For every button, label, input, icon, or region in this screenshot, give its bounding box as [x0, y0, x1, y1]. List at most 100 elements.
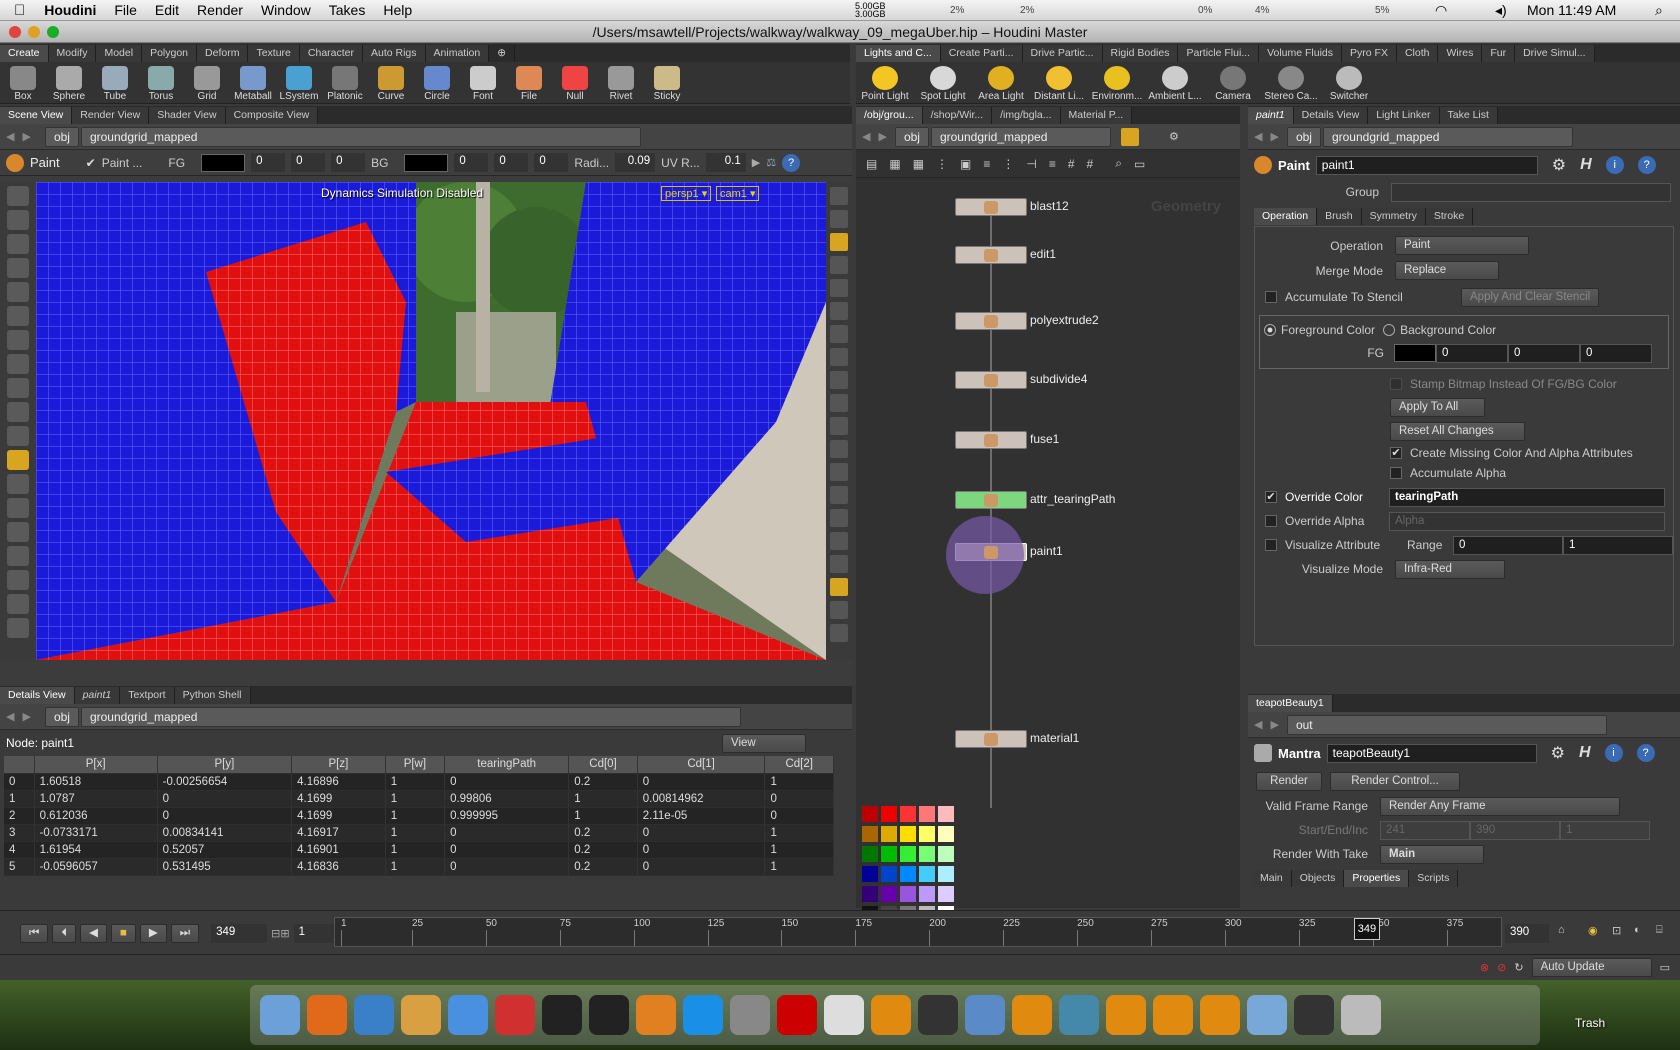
dock-app-icon[interactable]	[542, 995, 582, 1035]
display-option-icon[interactable]	[830, 302, 848, 320]
forward-arrow-icon[interactable]: ▶	[1270, 718, 1278, 731]
viewer-tool-icon[interactable]	[7, 210, 29, 230]
shelf-tab-character[interactable]: Character	[299, 45, 363, 62]
menu-edit[interactable]: Edit	[146, 0, 188, 21]
display-option-icon[interactable]	[830, 371, 848, 389]
palette-swatch[interactable]	[862, 886, 878, 902]
right-shelf-tab[interactable]: Pyro FX	[1342, 45, 1397, 62]
fg-radio[interactable]	[1264, 324, 1276, 336]
right-shelf-tab[interactable]: Create Parti...	[940, 45, 1023, 62]
apply-to-all-button[interactable]: Apply To All	[1390, 397, 1485, 417]
path-node[interactable]: groundgrid_mapped	[80, 706, 741, 727]
subtab-symmetry[interactable]: Symmetry	[1361, 207, 1426, 225]
palette-swatch[interactable]	[938, 866, 954, 882]
subtab-stroke[interactable]: Stroke	[1425, 207, 1474, 225]
play-reverse-icon[interactable]: ◀	[80, 923, 107, 943]
network-node[interactable]	[955, 246, 1027, 264]
visualize-attr-checkbox[interactable]	[1265, 539, 1277, 551]
display-option-icon[interactable]	[830, 486, 848, 504]
display-option-icon[interactable]	[830, 624, 848, 642]
start-field[interactable]: 241	[1380, 820, 1470, 840]
operation-menu[interactable]: Paint	[1395, 236, 1529, 255]
keys-icon[interactable]: ⊡	[1612, 924, 1621, 937]
right-shelf-tab[interactable]: Fur	[1482, 45, 1516, 62]
color-palette[interactable]	[862, 806, 958, 922]
back-arrow-icon[interactable]: ◀	[6, 710, 14, 723]
render-control-button[interactable]: Render Control...	[1330, 771, 1460, 791]
light-tool[interactable]: Switcher	[1320, 64, 1378, 102]
dock-app-icon[interactable]	[448, 995, 488, 1035]
help-icon[interactable]: ?	[1637, 156, 1656, 174]
shelf-tab-modify[interactable]: Modify	[48, 45, 97, 62]
step-back-icon[interactable]: ⏴	[52, 923, 77, 943]
viewer-tool-icon[interactable]	[7, 354, 29, 374]
dock-app-icon[interactable]	[307, 995, 347, 1035]
override-color-checkbox[interactable]: ✔	[1265, 491, 1277, 503]
network-node[interactable]	[955, 491, 1027, 509]
tab-details-view[interactable]: Details View	[0, 687, 75, 704]
uv-field[interactable]: 0.1	[705, 153, 746, 172]
palette-swatch[interactable]	[862, 866, 878, 882]
visualize-mode-menu[interactable]: Infra-Red	[1395, 559, 1505, 579]
display-option-icon[interactable]	[830, 532, 848, 550]
bg-radio[interactable]	[1383, 324, 1396, 336]
viewer-tool-icon[interactable]	[7, 402, 29, 422]
palette-swatch[interactable]	[862, 846, 878, 862]
gear-icon[interactable]: ⚙	[1551, 743, 1565, 763]
palette-swatch[interactable]	[919, 846, 935, 862]
help-icon[interactable]: ?	[1636, 744, 1655, 762]
viewer-tool-icon[interactable]	[7, 282, 29, 302]
path-out[interactable]: out	[1286, 714, 1607, 735]
error-icon[interactable]: ⊗	[1480, 961, 1489, 974]
display-option-icon[interactable]	[830, 417, 848, 435]
subtab-operation[interactable]: Operation	[1254, 207, 1318, 225]
volume-icon[interactable]: ◂)	[1495, 2, 1507, 19]
display-option-icon[interactable]	[830, 325, 848, 343]
path-node[interactable]: groundgrid_mapped	[1322, 126, 1573, 147]
palette-swatch[interactable]	[919, 806, 935, 822]
forward-arrow-icon[interactable]: ▶	[22, 130, 30, 143]
palette-swatch[interactable]	[881, 806, 897, 822]
viewer-tool-icon[interactable]	[7, 378, 29, 398]
fg-b[interactable]: 0	[331, 153, 366, 172]
stop-icon[interactable]: ■	[110, 923, 136, 943]
dock-app-icon[interactable]	[965, 995, 1005, 1035]
dock-app-icon[interactable]	[401, 995, 441, 1035]
palette-swatch[interactable]	[862, 806, 878, 822]
network-node[interactable]	[955, 198, 1027, 216]
dock-app-icon[interactable]	[354, 995, 394, 1035]
snap-icon[interactable]: ⚖	[766, 156, 776, 169]
palette-swatch[interactable]	[862, 826, 878, 842]
menu-file[interactable]: File	[105, 0, 146, 21]
display-option-icon[interactable]	[830, 256, 848, 274]
fg-g-field[interactable]: 0	[1508, 343, 1580, 363]
node-name-field[interactable]: paint1	[1315, 155, 1538, 175]
light-tool[interactable]: Distant Li...	[1030, 64, 1088, 102]
tab-take-list[interactable]: Take List	[1439, 107, 1498, 124]
mantra-name-field[interactable]: teapotBeauty1	[1326, 743, 1537, 763]
viewer-tool-icon[interactable]	[7, 186, 29, 206]
bg-swatch[interactable]	[404, 153, 449, 172]
override-color-field[interactable]: tearingPath	[1389, 487, 1665, 507]
range-min-field[interactable]: 0	[1453, 535, 1563, 555]
display-option-icon[interactable]	[830, 279, 848, 297]
palette-swatch[interactable]	[881, 866, 897, 882]
close-icon[interactable]	[9, 26, 21, 38]
palette-swatch[interactable]	[900, 886, 916, 902]
menu-app[interactable]: Houdini	[35, 0, 105, 21]
subtab-objects[interactable]: Objects	[1291, 869, 1345, 887]
column-header[interactable]: P[x]	[34, 756, 158, 774]
end-frame-field[interactable]: 390	[1505, 924, 1549, 943]
frame-field[interactable]: 349	[211, 923, 268, 943]
dock-app-icon[interactable]	[871, 995, 911, 1035]
subtab-scripts[interactable]: Scripts	[1409, 869, 1459, 887]
end-field[interactable]: 390	[1470, 820, 1560, 840]
back-arrow-icon[interactable]: ◀	[6, 130, 14, 143]
right-shelf-tab[interactable]: Lights and C...	[856, 45, 941, 62]
stop-cook-icon[interactable]: ⊘	[1497, 961, 1506, 974]
override-alpha-field[interactable]: Alpha	[1389, 511, 1665, 531]
palette-swatch[interactable]	[919, 886, 935, 902]
dock-app-icon[interactable]	[683, 995, 723, 1035]
refresh-icon[interactable]: ↻	[1514, 961, 1523, 974]
palette-swatch[interactable]	[881, 846, 897, 862]
